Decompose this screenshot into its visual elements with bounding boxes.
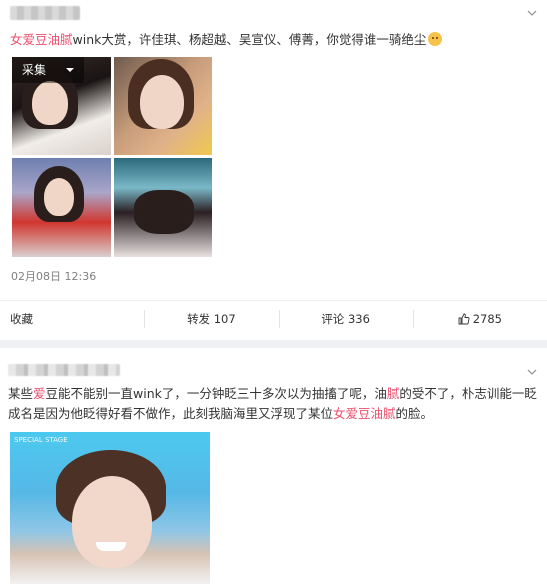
post-text-body: wink大赏，许佳琪、杨超越、吴宣仪、傅菁，你觉得谁一骑绝尘 [72, 32, 427, 47]
post-text-segment: 某些 [8, 386, 34, 401]
repost-action-label: 转发 107 [187, 312, 236, 326]
like-action[interactable]: 2785 [412, 301, 547, 336]
like-count: 2785 [472, 312, 503, 326]
chevron-down-icon[interactable] [527, 367, 537, 377]
post-text: 女爱豆油腻wink大赏，许佳琪、杨超越、吴宣仪、傅菁，你觉得谁一骑绝尘 [10, 30, 537, 50]
caret-down-icon [66, 68, 74, 72]
thumbs-up-icon [458, 313, 470, 325]
keyword-highlight[interactable]: 爱 [33, 386, 46, 401]
smirk-emoji-icon [428, 32, 443, 46]
keyword-link[interactable]: 女爱豆油腻 [10, 32, 73, 47]
post-image-3[interactable] [12, 158, 111, 257]
collect-action-label: 收藏 [10, 312, 33, 326]
repost-action[interactable]: 转发 107 [144, 301, 278, 336]
post-timestamp[interactable]: 02月08日 12:36 [11, 268, 96, 284]
chevron-down-icon[interactable] [527, 8, 537, 18]
stage-logo: SPECIAL STAGE [14, 436, 68, 444]
action-bar: 收藏 转发 107 评论 336 2785 [0, 300, 547, 336]
post-image-2[interactable] [114, 57, 212, 155]
post-text-segment: 豆能不能别一直wink了，一分钟眨三十多次以为抽搐了呢，油 [45, 386, 387, 401]
keyword-highlight[interactable]: 腻 [387, 386, 400, 401]
post-image-1[interactable]: 采集 [12, 57, 111, 155]
post-image-4[interactable] [114, 158, 212, 257]
collect-button[interactable]: 采集 [12, 57, 84, 83]
blurred-username[interactable] [8, 364, 120, 376]
post-image-gif[interactable]: SPECIAL STAGE [10, 432, 210, 584]
comment-action[interactable]: 评论 336 [278, 301, 413, 336]
collect-label: 采集 [22, 63, 47, 77]
post-text-segment: 的脸。 [395, 406, 434, 421]
keyword-link[interactable]: 女爱豆油腻 [333, 406, 396, 421]
comment-action-label: 评论 336 [321, 312, 370, 326]
weibo-post-2: 某些爱豆能不能别一直wink了，一分钟眨三十多次以为抽搐了呢，油腻的受不了，朴志… [0, 348, 547, 586]
blurred-username[interactable] [10, 6, 80, 20]
weibo-post-1: 女爱豆油腻wink大赏，许佳琪、杨超越、吴宣仪、傅菁，你觉得谁一骑绝尘 采集 0… [0, 0, 547, 340]
collect-action[interactable]: 收藏 [0, 301, 144, 336]
post-text: 某些爱豆能不能别一直wink了，一分钟眨三十多次以为抽搐了呢，油腻的受不了，朴志… [8, 384, 539, 424]
